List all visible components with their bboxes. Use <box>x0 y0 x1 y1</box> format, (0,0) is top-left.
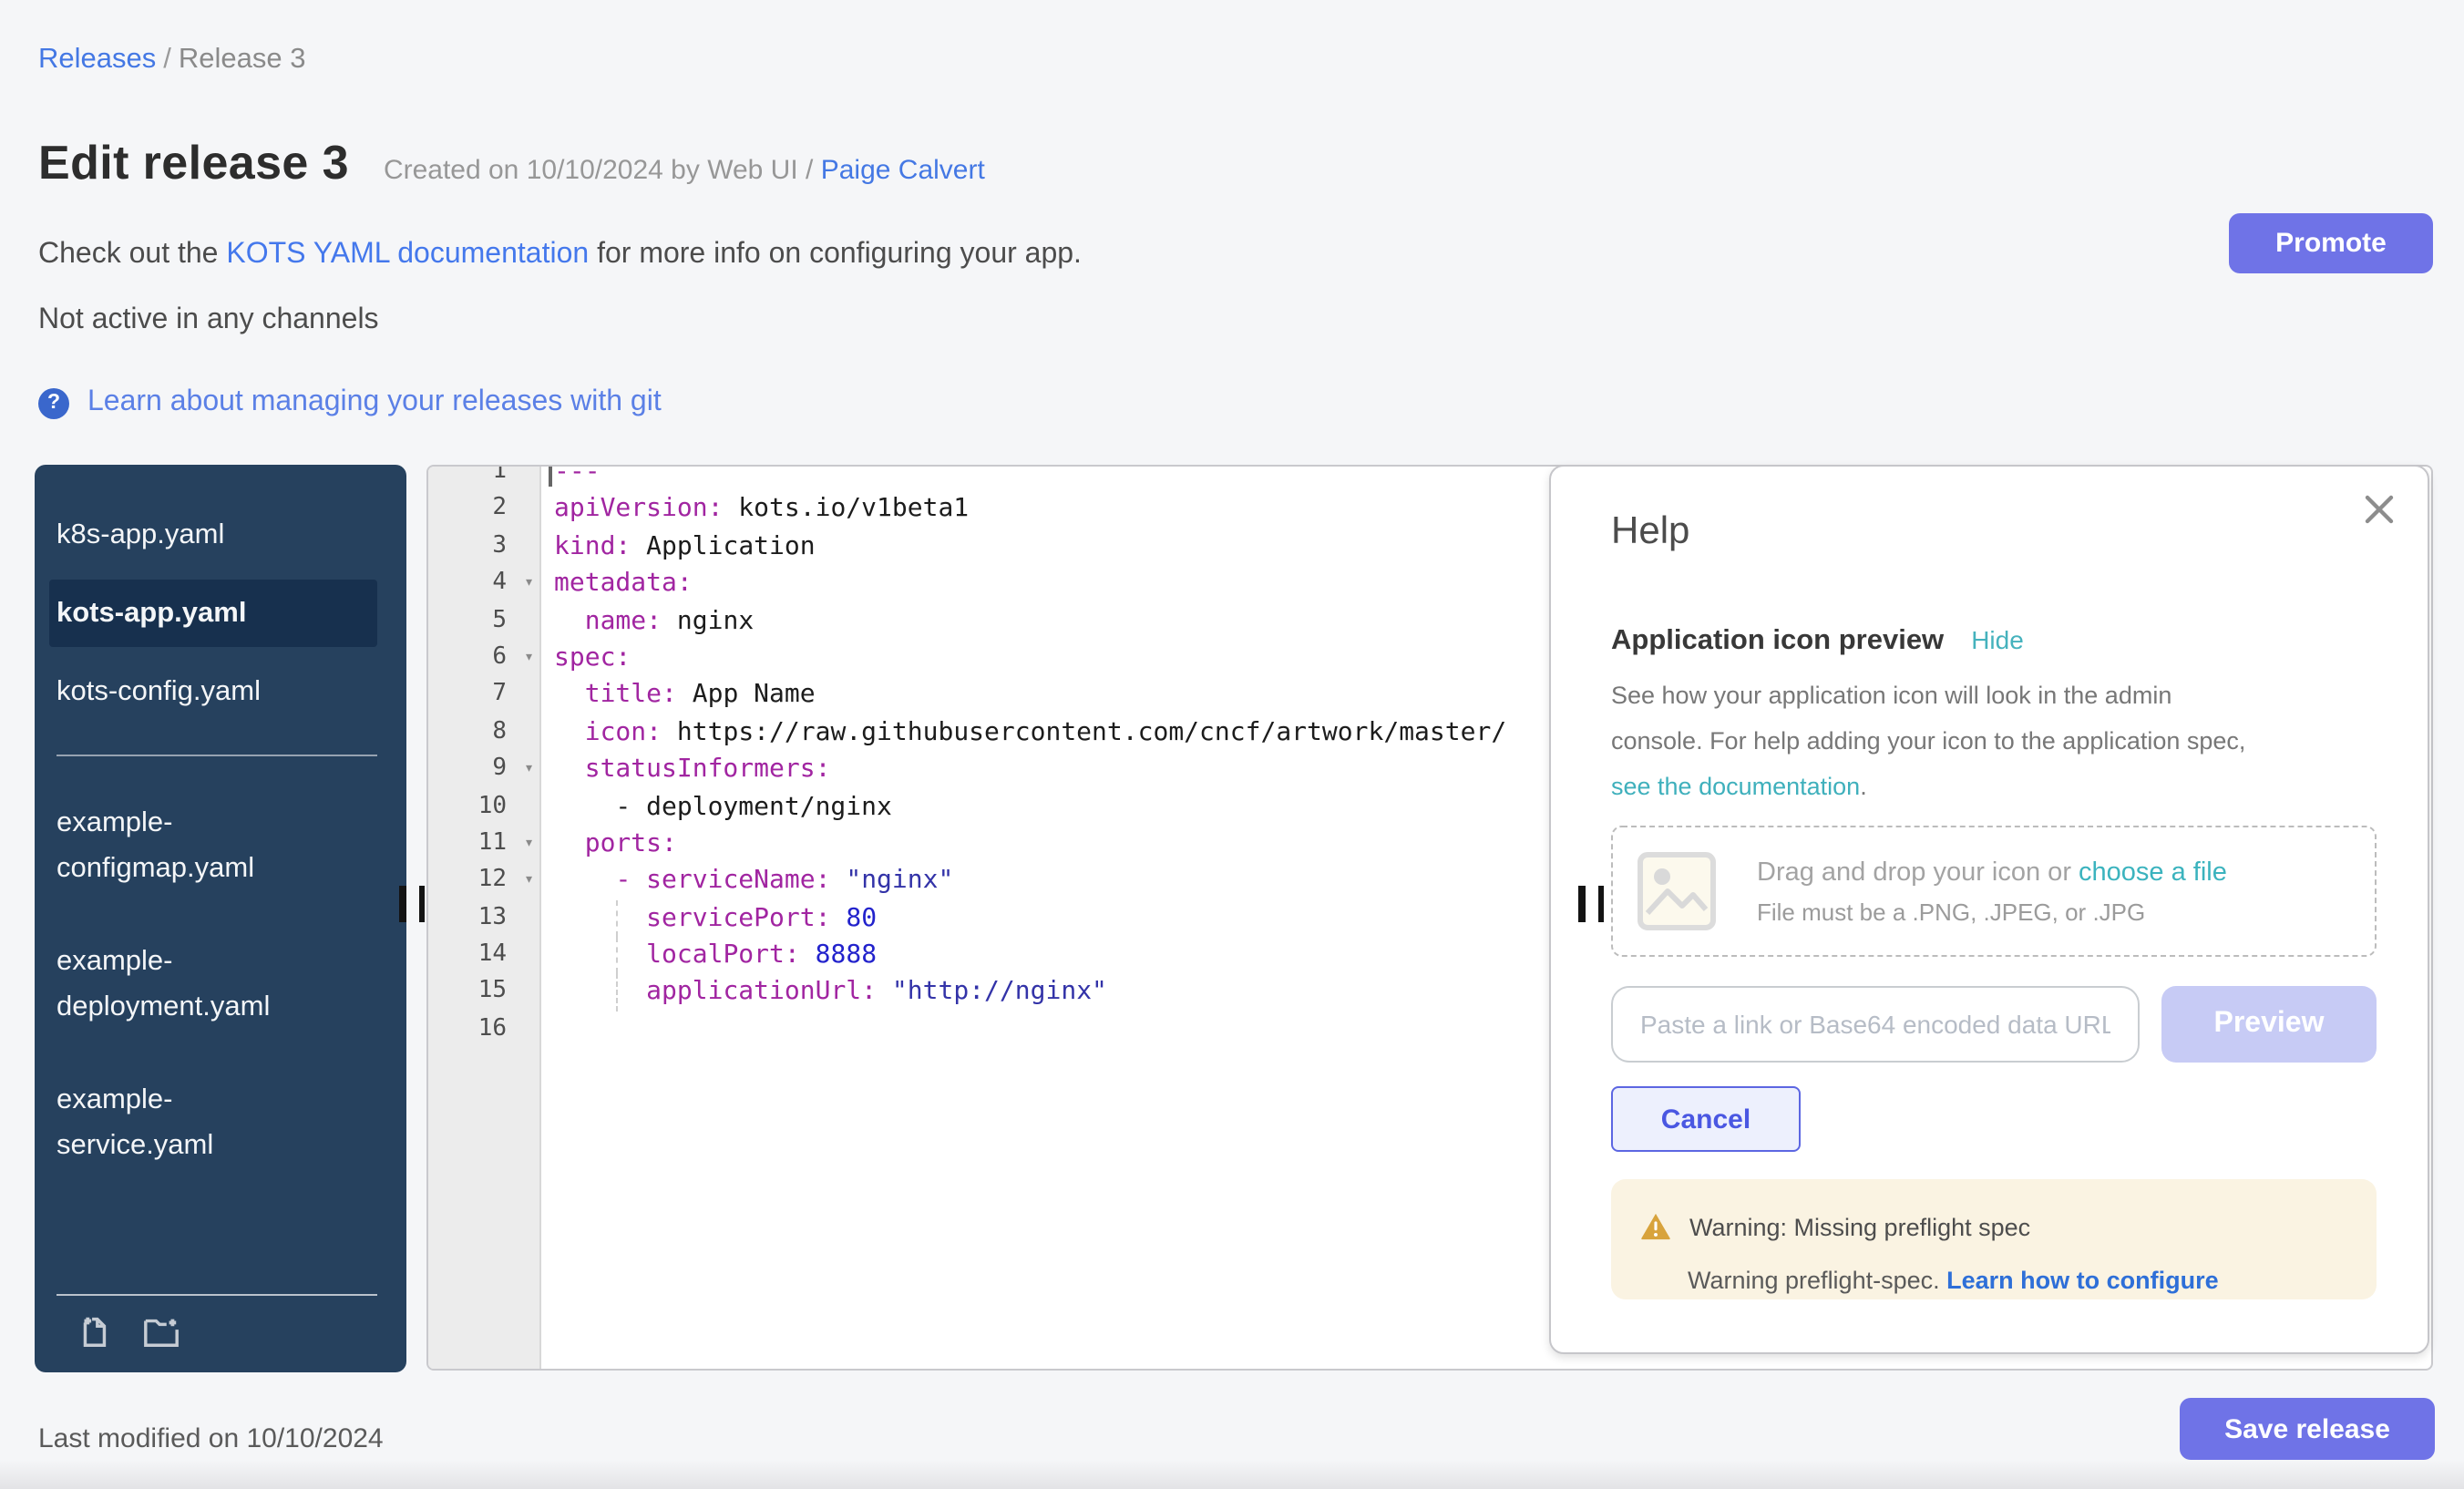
file-tree-item[interactable]: kots-config.yaml <box>49 658 377 725</box>
new-file-icon[interactable] <box>75 1312 113 1350</box>
line-number: 9▾ <box>428 751 539 788</box>
icon-preview-section-header: Application icon preview Hide <box>1611 625 2024 658</box>
fold-arrow-icon[interactable]: ▾ <box>524 565 534 602</box>
code-line-content: title: App Name <box>539 677 816 714</box>
text-cursor <box>549 465 552 487</box>
code-line-content: --- <box>539 465 601 491</box>
code-line-content <box>539 1011 554 1049</box>
git-help-row: ? Learn about managing your releases wit… <box>38 386 662 419</box>
kots-yaml-doc-link[interactable]: KOTS YAML documentation <box>226 239 589 270</box>
line-number: 1 <box>428 465 539 491</box>
release-created-info: Created on 10/10/2024 by Web UI / Paige … <box>384 155 985 186</box>
line-number: 11▾ <box>428 826 539 863</box>
icon-url-input[interactable] <box>1611 986 2140 1063</box>
icon-dropzone[interactable]: Drag and drop your icon or choose a file… <box>1611 826 2377 957</box>
fold-arrow-icon[interactable]: ▾ <box>524 751 534 788</box>
title-row: Edit release 3 Created on 10/10/2024 by … <box>38 135 985 191</box>
fold-arrow-icon[interactable]: ▾ <box>524 640 534 677</box>
close-icon[interactable] <box>2364 494 2395 525</box>
see-documentation-link[interactable]: see the documentation <box>1611 773 1860 800</box>
promote-button[interactable]: Promote <box>2229 213 2433 273</box>
preview-button[interactable]: Preview <box>2161 986 2377 1063</box>
cancel-button[interactable]: Cancel <box>1611 1086 1801 1152</box>
file-tree-item[interactable]: kots-app.yaml <box>49 580 377 647</box>
question-mark-icon: ? <box>38 387 69 418</box>
line-number: 16 <box>428 1011 539 1049</box>
line-number: 15 <box>428 974 539 1011</box>
file-tree-item[interactable]: example-deployment.yaml <box>49 928 330 1041</box>
code-line-content: name: nginx <box>539 602 754 640</box>
configure-preflight-link[interactable]: Learn how to configure <box>1946 1267 2219 1294</box>
bottom-fade <box>0 1460 2464 1489</box>
code-line-content: applicationUrl: "http://nginx" <box>539 974 1107 1011</box>
file-tree-item[interactable]: k8s-app.yaml <box>49 501 377 569</box>
choose-file-link[interactable]: choose a file <box>2079 857 2227 887</box>
breadcrumb-current: Release 3 <box>179 44 306 75</box>
author-link[interactable]: Paige Calvert <box>821 155 985 186</box>
help-panel-resize-handle[interactable] <box>1578 886 1606 922</box>
file-tree-item[interactable]: example-configmap.yaml <box>49 789 330 902</box>
intro-text: Check out the KOTS YAML documentation fo… <box>38 239 1082 272</box>
code-line-content: metadata: <box>539 565 693 602</box>
fold-arrow-icon[interactable]: ▾ <box>524 863 534 900</box>
code-line-content: ports: <box>539 826 677 863</box>
breadcrumb-releases-link[interactable]: Releases <box>38 44 156 75</box>
hide-link[interactable]: Hide <box>1971 625 2024 654</box>
image-placeholder-icon <box>1637 851 1717 931</box>
page: Releases/Release 3 Edit release 3 Create… <box>0 0 2464 1489</box>
code-line-content: localPort: 8888 <box>539 937 877 974</box>
help-panel: Help Application icon preview Hide See h… <box>1549 465 2429 1354</box>
code-line-content: spec: <box>539 640 631 677</box>
page-title: Edit release 3 <box>38 135 349 191</box>
line-number: 12▾ <box>428 863 539 900</box>
dropzone-file-types: File must be a .PNG, .JPEG, or .JPG <box>1757 898 2227 925</box>
breadcrumb-separator: / <box>156 44 179 75</box>
file-tree-group-2: example-configmap.yaml example-deployment… <box>35 789 406 1179</box>
last-modified-text: Last modified on 10/10/2024 <box>38 1423 384 1454</box>
file-tree-footer <box>56 1294 377 1350</box>
line-number: 5 <box>428 602 539 640</box>
icon-preview-description: See how your application icon will look … <box>1611 673 2245 809</box>
line-number: 2 <box>428 491 539 529</box>
code-line-content: servicePort: 80 <box>539 899 877 937</box>
git-help-link[interactable]: Learn about managing your releases with … <box>87 386 662 419</box>
line-number: 8 <box>428 714 539 751</box>
line-number: 14 <box>428 937 539 974</box>
warning-title: Warning: Missing preflight spec <box>1689 1213 2030 1240</box>
file-tree-divider <box>56 755 377 756</box>
code-line-content: icon: https://raw.githubusercontent.com/… <box>539 714 1506 751</box>
warning-icon <box>1640 1212 1671 1241</box>
line-number: 10 <box>428 788 539 826</box>
sidebar-resize-handle[interactable] <box>399 886 426 922</box>
preflight-warning-box: Warning: Missing preflight spec Warning … <box>1611 1179 2377 1299</box>
line-number: 6▾ <box>428 640 539 677</box>
file-tree-sidebar: k8s-app.yaml kots-app.yaml kots-config.yam… <box>35 465 406 1372</box>
line-number: 7 <box>428 677 539 714</box>
code-line-content: kind: Application <box>539 529 816 566</box>
dropzone-text: Drag and drop your icon or choose a file… <box>1757 857 2227 925</box>
fold-arrow-icon[interactable]: ▾ <box>524 826 534 863</box>
line-number: 3 <box>428 529 539 566</box>
save-release-button[interactable]: Save release <box>2180 1398 2435 1460</box>
new-folder-icon[interactable] <box>140 1312 182 1350</box>
code-line-content: - deployment/nginx <box>539 788 892 826</box>
code-line-content: apiVersion: kots.io/v1beta1 <box>539 491 969 529</box>
code-line-content: statusInformers: <box>539 751 830 788</box>
line-number: 13 <box>428 899 539 937</box>
warning-detail: Warning preflight-spec. Learn how to con… <box>1688 1267 2377 1294</box>
help-panel-title: Help <box>1611 510 1689 554</box>
breadcrumb: Releases/Release 3 <box>38 44 305 77</box>
file-tree-item[interactable]: example-service.yaml <box>49 1066 330 1179</box>
code-line-content: - serviceName: "nginx" <box>539 863 953 900</box>
channel-status: Not active in any channels <box>38 304 379 337</box>
file-tree-group-1: k8s-app.yaml kots-app.yaml kots-config.yam… <box>35 501 406 725</box>
section-title: Application icon preview <box>1611 625 1944 658</box>
line-number: 4▾ <box>428 565 539 602</box>
